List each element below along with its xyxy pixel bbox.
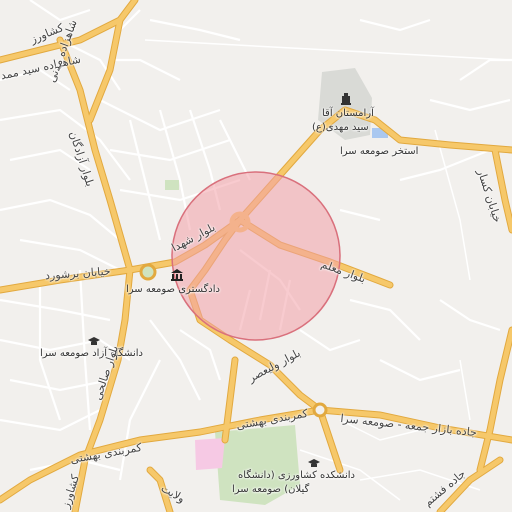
courthouse-label: دادگستری صومعه سرا (126, 284, 220, 295)
cemetery-label-1: آرامستان آقا (322, 108, 374, 119)
monument-icon[interactable] (339, 92, 353, 106)
faculty-label-2: گیلان) صومعه سرا (232, 484, 310, 495)
university-label: دانشگاه آزاد صومعه سرا (40, 348, 143, 359)
pool-label: استخر صومعه سرا (340, 146, 419, 157)
courthouse-icon[interactable] (170, 268, 184, 282)
roundabout-west (139, 263, 157, 281)
cemetery-label-2: سید مهدی(ع) (312, 122, 369, 133)
highlight-circle (171, 171, 341, 341)
faculty-label-1: دانشکده کشاورزی (دانشگاه (238, 470, 355, 481)
roundabout-south (312, 402, 328, 418)
map-view[interactable]: کشاورز شاهزاده سید ممد شاهزاده مدنی بلوا… (0, 0, 512, 512)
graduation-cap-icon[interactable] (87, 334, 101, 348)
map-canvas (0, 0, 512, 512)
graduation-cap-icon[interactable] (307, 456, 321, 470)
pink-area (195, 438, 225, 470)
